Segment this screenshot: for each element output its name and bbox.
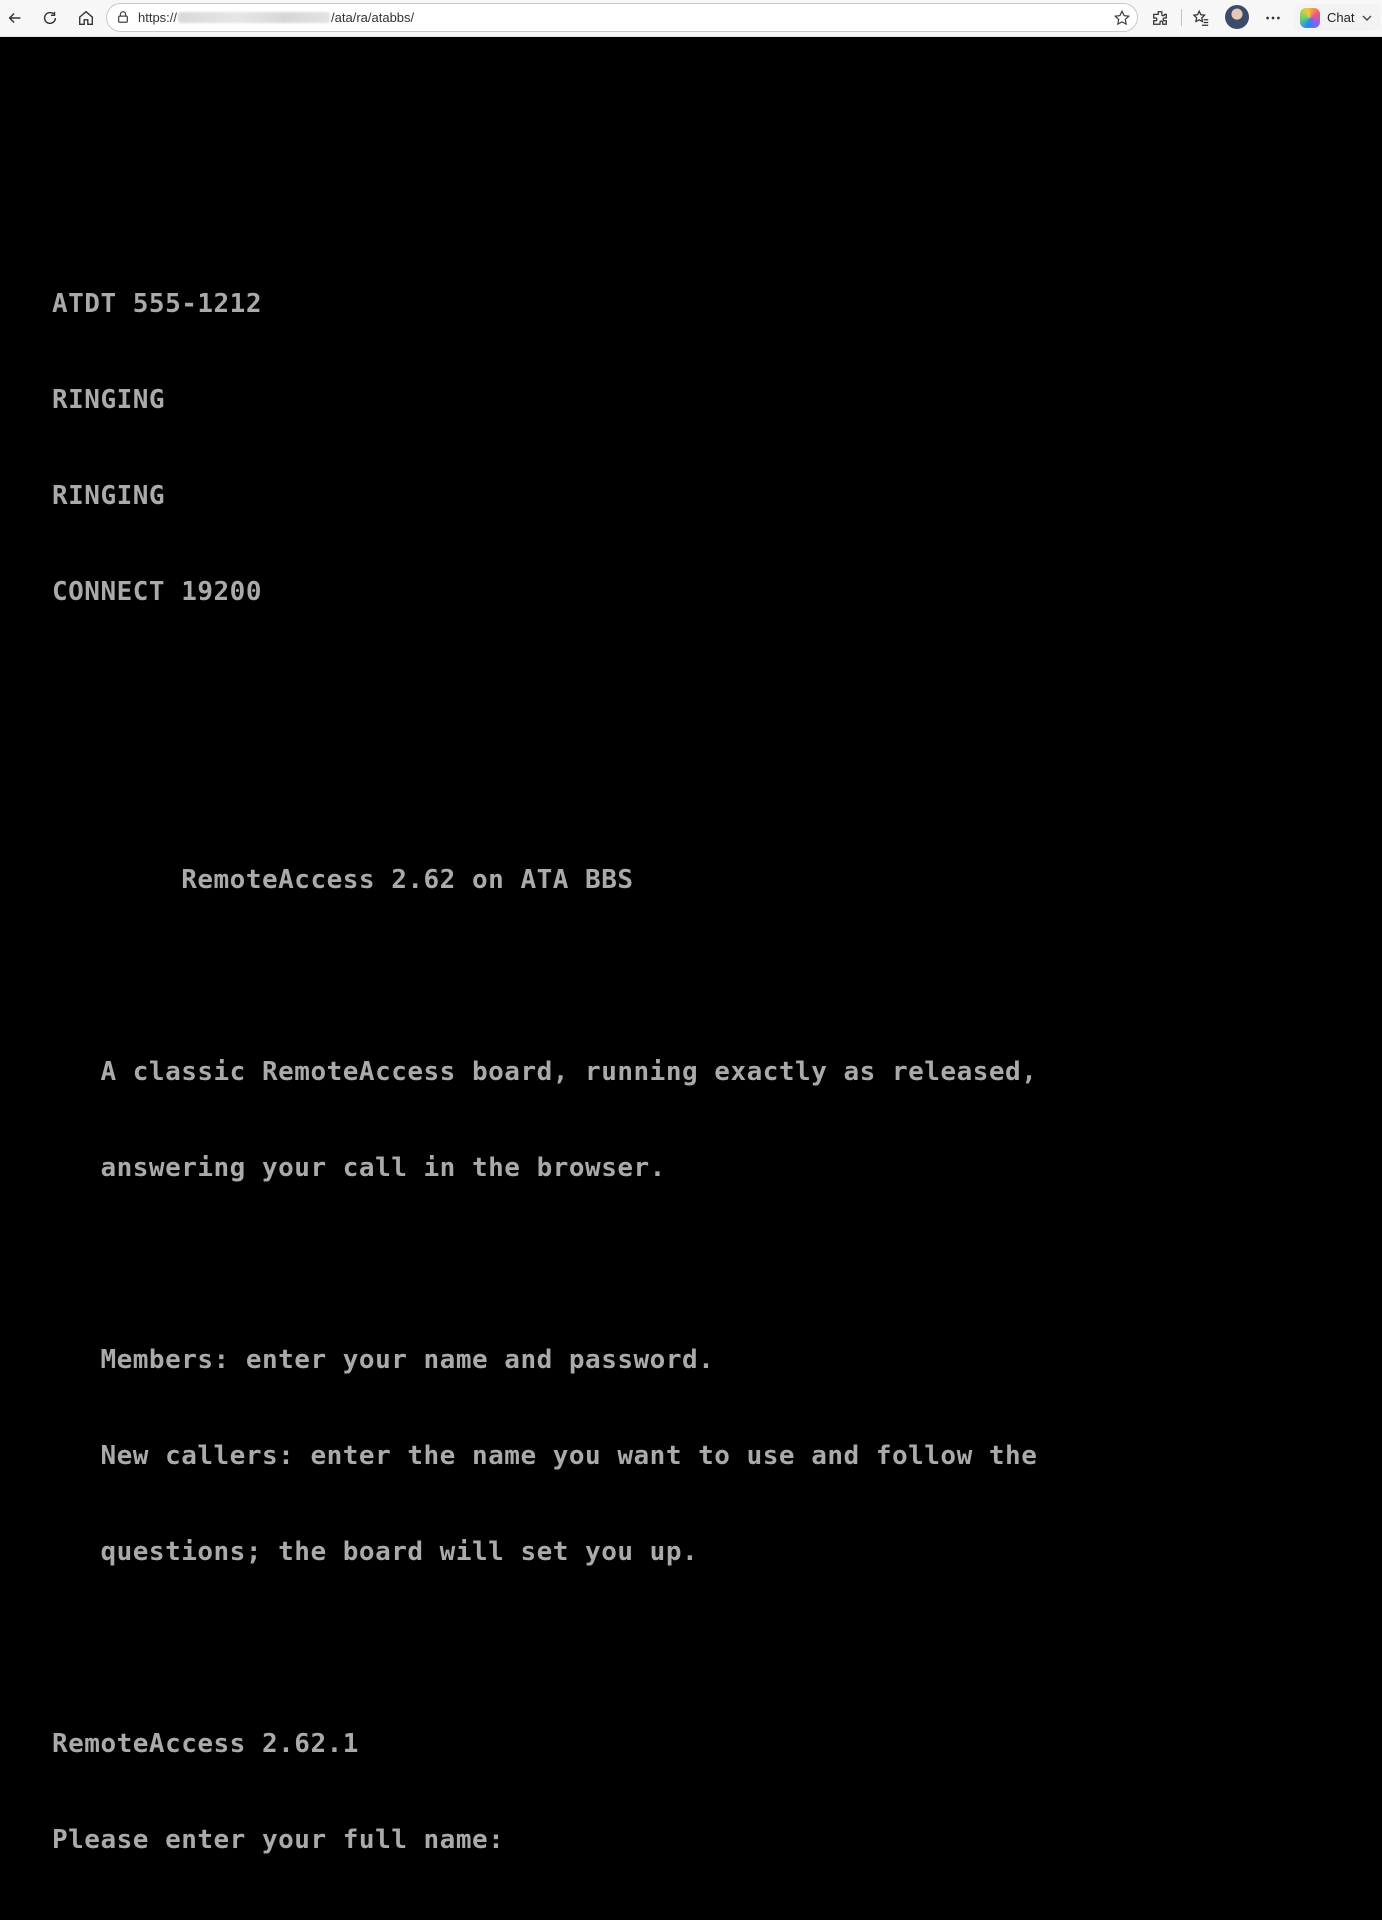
url-path: /ata/ra/atabbs/: [331, 10, 415, 25]
extensions-button[interactable]: [1148, 6, 1172, 30]
terminal-line: ATDT 555-1212: [52, 289, 262, 319]
address-bar[interactable]: https:// /ata/ra/atabbs/: [106, 3, 1138, 32]
url-prefix: https://: [138, 10, 178, 25]
terminal-line: RemoteAccess 2.62.1: [52, 1729, 359, 1759]
url-text: https:// /ata/ra/atabbs/: [138, 10, 414, 25]
more-icon: [1266, 16, 1280, 20]
avatar[interactable]: [1225, 5, 1249, 29]
name-prompt[interactable]: Please enter your full name:: [52, 1824, 1037, 1856]
terminal-line: answering your call in the browser.: [52, 1153, 666, 1183]
chat-label: Chat: [1327, 10, 1355, 25]
home-icon: [79, 10, 93, 25]
browser-toolbar: https:// /ata/ra/atabbs/ Chat: [0, 0, 1382, 37]
chevron-down-icon: [1362, 15, 1372, 21]
terminal-window[interactable]: ATDT 555-1212 RINGING RINGING CONNECT 19…: [0, 37, 1382, 1855]
favorites-button[interactable]: [1189, 6, 1213, 30]
terminal-line: CONNECT 19200: [52, 577, 262, 607]
terminal-screen: ATDT 555-1212 RINGING RINGING CONNECT 19…: [52, 224, 1037, 1920]
copilot-icon: [1300, 7, 1320, 28]
terminal-line: questions; the board will set you up.: [52, 1537, 699, 1567]
star-icon[interactable]: [1113, 9, 1131, 27]
terminal-line: RINGING: [52, 481, 166, 511]
terminal-line: Members: enter your name and password.: [52, 1345, 715, 1375]
chat-button[interactable]: Chat: [1294, 4, 1380, 31]
terminal-line: A classic RemoteAccess board, running ex…: [52, 1057, 1038, 1087]
favorites-icon: [1192, 9, 1209, 26]
refresh-icon: [43, 11, 57, 25]
redacted-domain: [178, 12, 331, 23]
extensions-icon: [1153, 11, 1167, 25]
terminal-line: New callers: enter the name you want to …: [52, 1441, 1038, 1471]
back-icon: [8, 12, 21, 24]
more-button[interactable]: [1261, 6, 1285, 30]
home-button[interactable]: [74, 6, 98, 30]
terminal-line: RINGING: [52, 385, 166, 415]
toolbar-divider: [1181, 9, 1182, 26]
terminal-line: RemoteAccess 2.62 on ATA BBS: [52, 865, 634, 895]
back-button[interactable]: [3, 6, 27, 30]
refresh-button[interactable]: [38, 6, 62, 30]
lock-icon[interactable]: [116, 10, 130, 24]
